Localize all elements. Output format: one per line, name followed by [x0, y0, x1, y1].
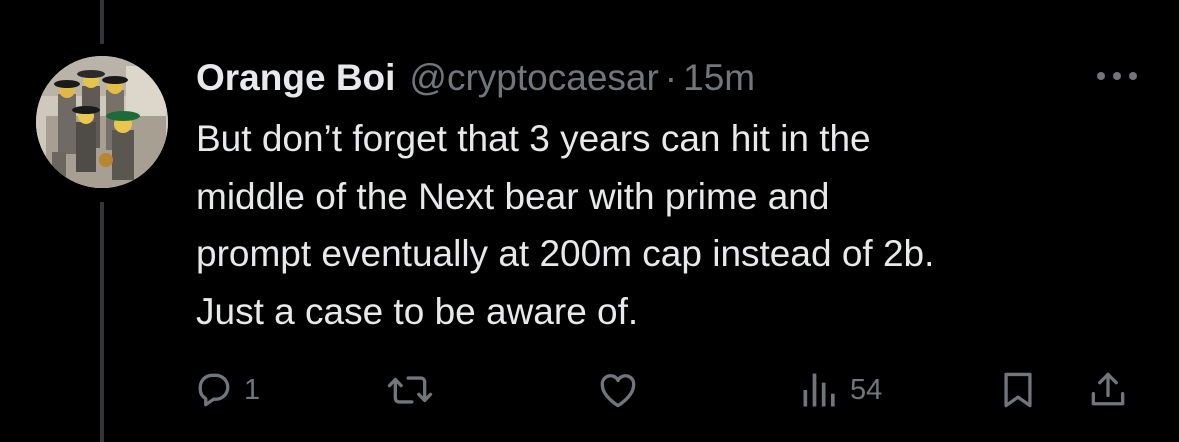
user-handle[interactable]: @cryptocaesar — [409, 57, 658, 99]
action-bar: 1 54 — [0, 362, 1179, 418]
retweet-button[interactable] — [386, 362, 442, 418]
share-icon — [1091, 372, 1125, 406]
tweet-text: But don’t forget that 3 years can hit in… — [196, 118, 935, 332]
retweet-icon — [387, 376, 433, 404]
reply-button[interactable]: 1 — [192, 362, 260, 418]
like-button[interactable] — [596, 362, 648, 418]
views-icon — [803, 373, 835, 407]
heart-icon — [600, 374, 636, 408]
reply-icon — [198, 373, 230, 407]
tweet-header: Orange Boi @cryptocaesar · 15m — [196, 52, 755, 104]
views-button[interactable]: 54 — [798, 362, 882, 418]
bookmark-icon — [1004, 372, 1032, 408]
display-name[interactable]: Orange Boi — [196, 57, 395, 99]
avatar-photo-icon — [36, 56, 168, 188]
timestamp[interactable]: 15m — [683, 57, 755, 99]
views-count: 54 — [850, 373, 883, 406]
separator-dot: · — [664, 57, 678, 98]
reply-count: 1 — [244, 373, 261, 406]
more-icon[interactable] — [1093, 66, 1141, 86]
avatar[interactable] — [36, 56, 168, 188]
bookmark-button[interactable] — [996, 362, 1040, 418]
share-button[interactable] — [1086, 362, 1130, 418]
thread-line-top — [100, 0, 104, 44]
